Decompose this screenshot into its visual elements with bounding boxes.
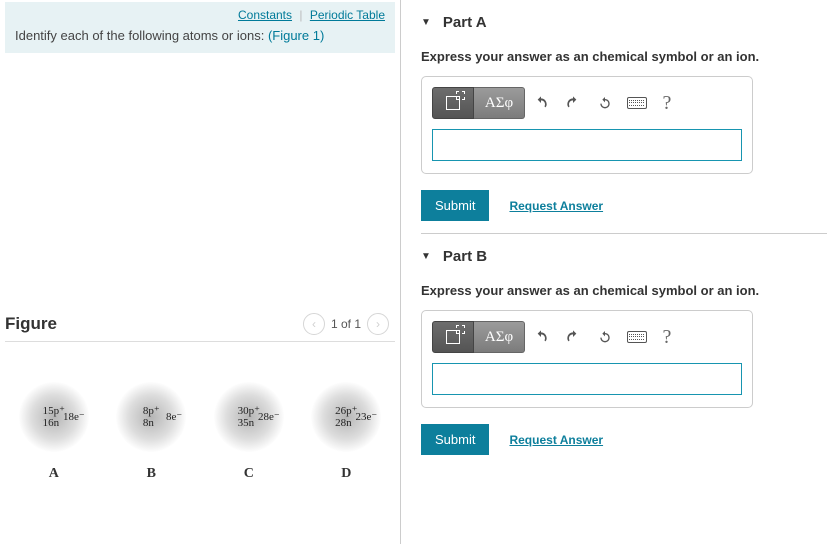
part-a-submit-button[interactable]: Submit: [421, 190, 489, 221]
template-button[interactable]: [432, 321, 474, 353]
part-b-submit-button[interactable]: Submit: [421, 424, 489, 455]
atom-b-electrons: 8e⁻: [166, 410, 182, 423]
redo-button[interactable]: [557, 88, 589, 118]
atom-c-label: C: [214, 466, 284, 482]
reset-icon: [597, 329, 613, 345]
keyboard-icon: [627, 331, 647, 343]
figure-section: Figure ‹ 1 of 1 › 15p⁺ 16n 18e⁻: [5, 313, 395, 482]
atom-d-label: D: [311, 466, 381, 482]
atom-b-neutrons: 8n: [143, 417, 160, 429]
redo-icon: [565, 329, 581, 345]
pager-prev-button[interactable]: ‹: [303, 313, 325, 335]
part-b-header[interactable]: ▼ Part B: [421, 248, 827, 265]
help-button[interactable]: ?: [653, 322, 681, 352]
periodic-table-link[interactable]: Periodic Table: [310, 8, 385, 22]
part-a: ▼ Part A Express your answer as an chemi…: [421, 14, 827, 234]
keyboard-icon: [627, 97, 647, 109]
part-a-request-answer-link[interactable]: Request Answer: [509, 199, 603, 213]
pager-label: 1 of 1: [331, 317, 361, 331]
part-b-toolbar: ΑΣφ ?: [432, 321, 742, 353]
part-a-answer-box: ΑΣφ ?: [421, 76, 753, 174]
part-a-header[interactable]: ▼ Part A: [421, 14, 827, 31]
part-a-toolbar: ΑΣφ ?: [432, 87, 742, 119]
atom-a: 15p⁺ 16n 18e⁻ A: [19, 382, 89, 482]
problem-info-box: Constants | Periodic Table Identify each…: [5, 2, 395, 53]
undo-icon: [533, 329, 549, 345]
template-button[interactable]: [432, 87, 474, 119]
figure-reference-link[interactable]: (Figure 1): [268, 28, 324, 43]
redo-icon: [565, 95, 581, 111]
part-a-instruction: Express your answer as an chemical symbo…: [421, 49, 827, 64]
part-b-instruction: Express your answer as an chemical symbo…: [421, 283, 827, 298]
greek-button[interactable]: ΑΣφ: [474, 87, 525, 119]
atom-a-electrons: 18e⁻: [63, 410, 85, 423]
atom-d-protons: 26p⁺: [335, 405, 357, 417]
header-links: Constants | Periodic Table: [15, 8, 385, 28]
atom-c: 30p⁺ 35n 28e⁻ C: [214, 382, 284, 482]
part-a-title: Part A: [443, 14, 487, 31]
atom-c-neutrons: 35n: [238, 417, 260, 429]
part-a-answer-input[interactable]: [432, 129, 742, 161]
figure-title: Figure: [5, 314, 57, 334]
prompt-text: Identify each of the following atoms or …: [15, 28, 264, 43]
atoms-row: 15p⁺ 16n 18e⁻ A 8p⁺ 8n 8e⁻: [5, 382, 395, 482]
part-b-answer-box: ΑΣφ ?: [421, 310, 753, 408]
atom-a-neutrons: 16n: [43, 417, 65, 429]
constants-link[interactable]: Constants: [238, 8, 292, 22]
atom-b-label: B: [116, 466, 186, 482]
part-b: ▼ Part B Express your answer as an chemi…: [421, 248, 827, 467]
part-b-request-answer-link[interactable]: Request Answer: [509, 433, 603, 447]
atom-c-electrons: 28e⁻: [258, 410, 280, 423]
atom-b: 8p⁺ 8n 8e⁻ B: [116, 382, 186, 482]
keyboard-button[interactable]: [621, 322, 653, 352]
problem-prompt: Identify each of the following atoms or …: [15, 28, 385, 43]
undo-button[interactable]: [525, 88, 557, 118]
help-button[interactable]: ?: [653, 88, 681, 118]
atom-a-label: A: [19, 466, 89, 482]
reset-button[interactable]: [589, 322, 621, 352]
atom-d: 26p⁺ 28n 23e⁻ D: [311, 382, 381, 482]
template-icon: [446, 330, 460, 344]
collapse-icon: ▼: [421, 251, 431, 262]
atom-d-neutrons: 28n: [335, 417, 357, 429]
reset-icon: [597, 95, 613, 111]
undo-button[interactable]: [525, 322, 557, 352]
part-b-title: Part B: [443, 248, 487, 265]
undo-icon: [533, 95, 549, 111]
reset-button[interactable]: [589, 88, 621, 118]
template-icon: [446, 96, 460, 110]
greek-button[interactable]: ΑΣφ: [474, 321, 525, 353]
figure-pager: ‹ 1 of 1 ›: [297, 313, 395, 335]
keyboard-button[interactable]: [621, 88, 653, 118]
atom-d-electrons: 23e⁻: [356, 410, 378, 423]
atom-c-protons: 30p⁺: [238, 405, 260, 417]
atom-b-protons: 8p⁺: [143, 405, 160, 417]
redo-button[interactable]: [557, 322, 589, 352]
link-separator: |: [299, 8, 302, 22]
atom-a-protons: 15p⁺: [43, 405, 65, 417]
pager-next-button[interactable]: ›: [367, 313, 389, 335]
collapse-icon: ▼: [421, 17, 431, 28]
part-b-answer-input[interactable]: [432, 363, 742, 395]
